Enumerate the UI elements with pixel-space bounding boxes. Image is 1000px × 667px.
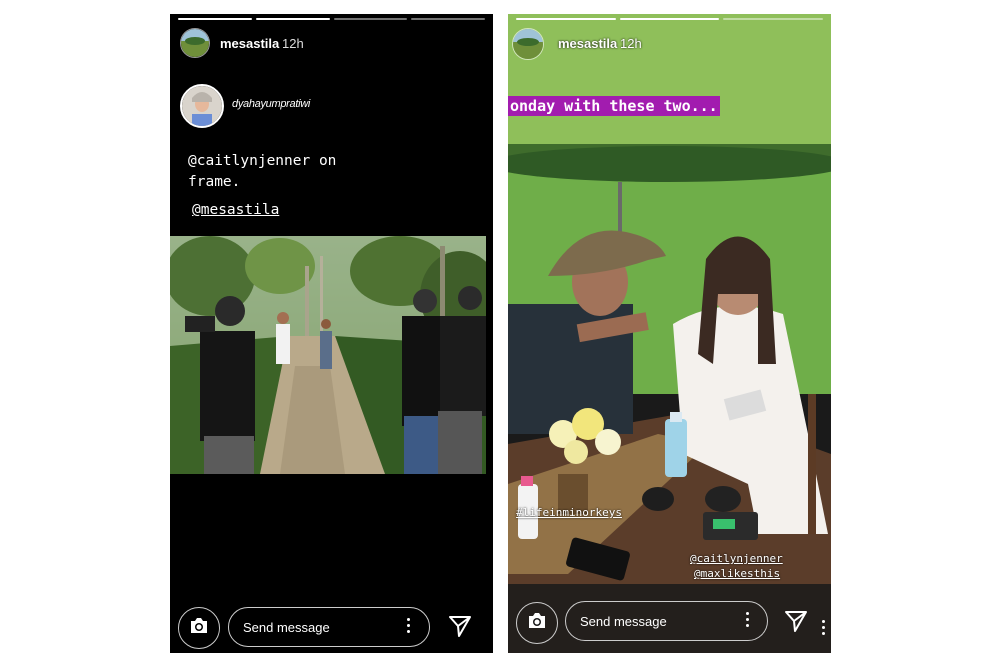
story-left[interactable]: mesastila 12h dyahayumpratiwi @caitlynje…: [170, 14, 493, 653]
mention-link[interactable]: @mesastila: [192, 202, 279, 218]
send-icon[interactable]: [448, 614, 472, 643]
send-message-placeholder: Send message: [243, 620, 330, 635]
caption-line-2: frame.: [188, 174, 241, 190]
more-vertical-icon[interactable]: [407, 618, 411, 636]
caption: @caitlynjenner on frame.: [188, 151, 336, 193]
camera-icon: [527, 612, 547, 635]
story-username[interactable]: mesastila: [220, 36, 279, 51]
avatar[interactable]: [180, 28, 210, 58]
story-username[interactable]: mesastila: [558, 36, 617, 51]
story-time: 12h: [282, 36, 304, 51]
mention-link-1[interactable]: @caitlynjenner: [690, 552, 783, 565]
hashtag-link[interactable]: #lifeinminorkeys: [516, 506, 622, 519]
reposted-avatar[interactable]: [180, 84, 224, 128]
reposted-username[interactable]: dyahayumpratiwi: [232, 98, 310, 110]
send-message-placeholder: Send message: [580, 614, 667, 629]
story-progress-bar: [516, 18, 824, 20]
banner-text: onday with these two...: [508, 96, 720, 116]
camera-button[interactable]: [178, 607, 220, 649]
story-photo: [170, 236, 493, 474]
send-message-input[interactable]: Send message: [228, 607, 430, 647]
mention-link-2[interactable]: @maxlikesthis: [694, 567, 780, 580]
caption-line-1: @caitlynjenner on: [188, 153, 337, 169]
story-right[interactable]: mesastila 12h onday with these two... #l…: [508, 14, 831, 653]
more-vertical-icon[interactable]: [746, 612, 750, 630]
more-vertical-icon[interactable]: [822, 620, 826, 638]
send-message-input[interactable]: Send message: [565, 601, 768, 641]
avatar[interactable]: [512, 28, 544, 60]
camera-button[interactable]: [516, 602, 558, 644]
camera-icon: [189, 617, 209, 640]
story-time: 12h: [620, 36, 642, 51]
send-icon[interactable]: [784, 609, 808, 638]
story-progress-bar: [178, 18, 485, 20]
